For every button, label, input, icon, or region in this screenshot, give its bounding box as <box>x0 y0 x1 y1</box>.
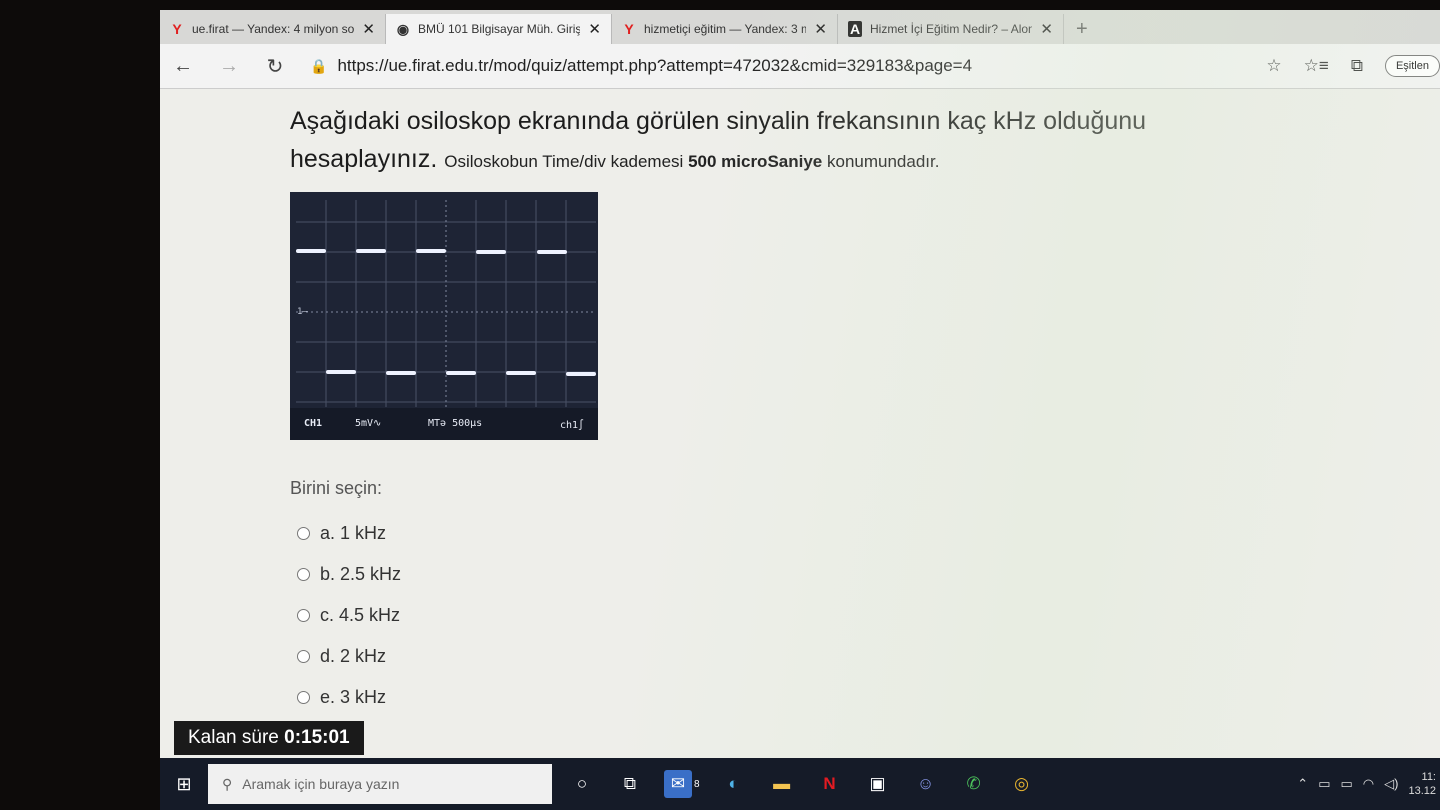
taskbar-apps: ○ ⧉ ✉ 8 ◐ ▬ N ▣ ☺ ✆ ◎ <box>552 770 1036 798</box>
tab-quiz[interactable]: ◉ BMÜ 101 Bilgisayar Müh. Giriş Ve ✕ <box>386 14 612 44</box>
volume-icon[interactable]: ◁) <box>1384 776 1398 792</box>
option-label: e. 3 kHz <box>320 687 387 707</box>
search-placeholder: Aramak için buraya yazın <box>242 776 400 792</box>
trigger-label: ch1∫ <box>560 419 584 431</box>
url-text: https://ue.firat.edu.tr/mod/quiz/attempt… <box>337 56 973 75</box>
question-line-2: hesaplayınız. <box>290 145 438 173</box>
subtext-bold: 500 microSaniye <box>688 152 823 171</box>
favorites-icon[interactable]: ☆≡ <box>1304 56 1329 76</box>
taskbar: ⊞ ⚲ Aramak için buraya yazın ○ ⧉ ✉ 8 ◐ ▬… <box>160 758 1440 810</box>
option-label: c. 4.5 kHz <box>320 605 401 625</box>
option-d[interactable]: d. 2 kHz <box>290 636 401 677</box>
radio-button[interactable] <box>297 609 310 622</box>
network-icon[interactable]: ▭ <box>1318 776 1330 792</box>
question-text: Aşağıdaki osiloskop ekranında görülen si… <box>290 102 1350 181</box>
option-b[interactable]: b. 2.5 kHz <box>290 554 401 595</box>
lock-icon: 🔒 <box>310 57 328 74</box>
file-explorer-icon[interactable]: ▬ <box>768 770 796 798</box>
new-tab-icon[interactable]: + <box>1064 14 1100 44</box>
system-tray: ⌃ ▭ ▭ ◠ ◁) 11: 13.12 <box>1297 758 1440 810</box>
channel-marker: 1– <box>297 307 308 317</box>
tab-yandex-1[interactable]: Y ue.firat — Yandex: 4 milyon sonu ✕ <box>160 14 386 44</box>
volts-per-div-label: 5mV∿ <box>355 418 381 429</box>
question-title: Aşağıdaki osiloskop ekranında görülen si… <box>290 102 1350 181</box>
discord-icon[interactable]: ☺ <box>912 770 940 798</box>
timer-value: 0:15:01 <box>284 727 350 748</box>
time-per-div-label: MTə 500μs <box>428 418 482 429</box>
tab-strip: Y ue.firat — Yandex: 4 milyon sonu ✕ ◉ B… <box>160 10 1440 44</box>
search-icon: ⚲ <box>222 775 233 792</box>
moodle-icon: ◉ <box>396 20 410 37</box>
radio-button[interactable] <box>297 568 310 581</box>
yandex-icon: Y <box>624 21 634 37</box>
netflix-icon[interactable]: N <box>816 770 844 798</box>
question-subtext: Osiloskobun Time/div kademesi 500 microS… <box>444 152 939 171</box>
edge-icon[interactable]: ◐ <box>720 770 748 798</box>
chevron-up-icon[interactable]: ⌃ <box>1297 776 1308 792</box>
chrome-icon[interactable]: ◎ <box>1008 770 1036 798</box>
taskbar-search[interactable]: ⚲ Aramak için buraya yazın <box>208 764 552 804</box>
forward-icon[interactable]: → <box>206 55 252 78</box>
mail-icon[interactable]: ✉ <box>664 770 692 798</box>
radio-button[interactable] <box>297 527 310 540</box>
tab-title: Hizmet İçi Eğitim Nedir? – Alonc <box>870 22 1033 36</box>
star-icon[interactable]: ☆ <box>1266 56 1281 76</box>
close-icon[interactable]: ✕ <box>814 20 827 38</box>
address-bar[interactable]: 🔒 https://ue.firat.edu.tr/mod/quiz/attem… <box>298 56 1266 76</box>
answer-prompt: Birini seçin: <box>290 478 383 498</box>
time-remaining: Kalan süre 0:15:01 <box>174 721 364 755</box>
timer-label: Kalan süre <box>188 727 279 748</box>
a-icon: A <box>848 21 862 37</box>
option-a[interactable]: a. 1 kHz <box>290 513 401 554</box>
option-label: d. 2 kHz <box>320 646 387 666</box>
question-line-1: Aşağıdaki osiloskop ekranında görülen si… <box>290 107 1147 135</box>
clock-time: 11: <box>1421 771 1436 783</box>
toolbar-right: ☆ ☆≡ ⧉ Eşitlen <box>1266 55 1440 77</box>
oscilloscope-image: 1– CH1 5mV∿ MTə 500μs ch1∫ <box>290 192 598 440</box>
channel-label: CH1 <box>304 418 322 429</box>
tab-title: BMÜ 101 Bilgisayar Müh. Giriş Ve <box>418 22 581 36</box>
subtext-suffix: konumundadır. <box>827 152 940 171</box>
close-icon[interactable]: ✕ <box>588 20 601 38</box>
cortana-icon[interactable]: ○ <box>568 770 596 798</box>
refresh-icon[interactable]: ↻ <box>252 54 298 79</box>
whatsapp-icon[interactable]: ✆ <box>960 770 988 798</box>
mail-badge: 8 <box>694 778 700 790</box>
navigation-bar: ← → ↻ 🔒 https://ue.firat.edu.tr/mod/quiz… <box>160 44 1440 89</box>
radio-button[interactable] <box>297 650 310 663</box>
collections-icon[interactable]: ⧉ <box>1351 56 1363 76</box>
option-label: b. 2.5 kHz <box>320 564 402 584</box>
close-icon[interactable]: ✕ <box>1040 20 1053 38</box>
option-c[interactable]: c. 4.5 kHz <box>290 595 401 636</box>
tab-yandex-2[interactable]: Y hizmetiçi eğitim — Yandex: 3 mi ✕ <box>612 14 838 44</box>
subtext-prefix: Osiloskobun Time/div kademesi <box>444 152 684 171</box>
radio-button[interactable] <box>297 691 310 704</box>
windows-start-icon[interactable]: ⊞ <box>160 774 208 795</box>
answer-options: Birini seçin: a. 1 kHz b. 2.5 kHz c. 4.5… <box>290 478 401 718</box>
clock[interactable]: 11: 13.12 <box>1408 770 1440 798</box>
tab-hizmet[interactable]: A Hizmet İçi Eğitim Nedir? – Alonc ✕ <box>838 14 1064 44</box>
close-icon[interactable]: ✕ <box>362 20 375 38</box>
sync-button[interactable]: Eşitlen <box>1384 55 1440 77</box>
scope-background <box>290 192 598 440</box>
screen: Y ue.firat — Yandex: 4 milyon sonu ✕ ◉ B… <box>160 10 1440 810</box>
option-e[interactable]: e. 3 kHz <box>290 677 401 718</box>
oscilloscope-screen: 1– CH1 5mV∿ MTə 500μs ch1∫ <box>290 192 598 440</box>
task-view-icon[interactable]: ⧉ <box>616 770 644 798</box>
battery-icon[interactable]: ▭ <box>1341 776 1353 792</box>
clock-date: 13.12 <box>1408 785 1436 797</box>
tab-title: ue.firat — Yandex: 4 milyon sonu <box>192 22 355 36</box>
store-icon[interactable]: ▣ <box>864 770 892 798</box>
back-icon[interactable]: ← <box>160 55 206 78</box>
yandex-icon: Y <box>172 21 182 37</box>
tab-title: hizmetiçi eğitim — Yandex: 3 mi <box>644 22 807 36</box>
wifi-icon[interactable]: ◠ <box>1363 776 1374 792</box>
option-label: a. 1 kHz <box>320 523 387 543</box>
